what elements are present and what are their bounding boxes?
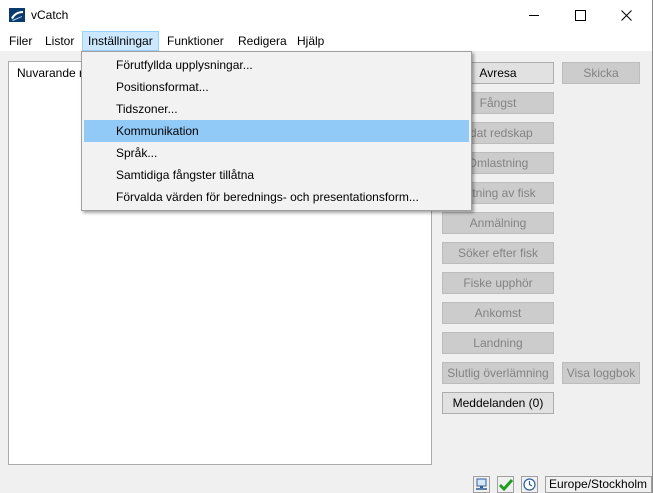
menu-listor[interactable]: Listor <box>40 31 79 51</box>
menu-redigera[interactable]: Redigera <box>233 31 292 51</box>
menu-item-forutfyllda-upplysningar[interactable]: Förutfyllda upplysningar... <box>84 54 469 76</box>
minimize-button[interactable] <box>511 0 557 31</box>
window-title: vCatch <box>31 8 69 22</box>
close-icon <box>620 10 632 21</box>
menu-item-sprak[interactable]: Språk... <box>84 142 469 164</box>
menu-item-samtidiga-fangster[interactable]: Samtidiga fångster tillåtna <box>84 164 469 186</box>
menu-bar: Filer Listor Inställningar Funktioner Re… <box>0 31 652 51</box>
fiske-upphor-button[interactable]: Fiske upphör <box>442 272 554 294</box>
menu-hjalp[interactable]: Hjälp <box>292 31 329 51</box>
network-icon <box>476 478 487 490</box>
report-text: Nuvarande r <box>17 66 84 80</box>
menu-item-forvalda-varden[interactable]: Förvalda värden för berednings- och pres… <box>84 186 469 208</box>
title-bar[interactable]: vCatch <box>0 0 652 31</box>
menu-item-positionsformat[interactable]: Positionsformat... <box>84 76 469 98</box>
menu-filer[interactable]: Filer <box>4 31 37 51</box>
app-logo-icon <box>9 8 25 22</box>
meddelanden-button[interactable]: Meddelanden (0) <box>442 392 554 414</box>
menu-item-tidszoner[interactable]: Tidszoner... <box>84 98 469 120</box>
menu-funktioner[interactable]: Funktioner <box>162 31 229 51</box>
soker-efter-fisk-button[interactable]: Söker efter fisk <box>442 242 554 264</box>
minimize-icon <box>528 15 539 16</box>
status-bar: Europe/Stockholm <box>0 474 652 493</box>
timezone-status[interactable] <box>521 476 538 493</box>
landning-button[interactable]: Landning <box>442 332 554 354</box>
app-window: vCatch Filer Listor Inställningar Funkti… <box>0 0 653 493</box>
slutlig-overlamning-button[interactable]: Slutlig överlämning <box>442 362 554 384</box>
maximize-button[interactable] <box>557 0 603 31</box>
close-button[interactable] <box>603 0 649 31</box>
maximize-icon <box>574 10 586 21</box>
skicka-button[interactable]: Skicka <box>562 62 640 84</box>
clock-icon <box>523 478 536 491</box>
ankomst-button[interactable]: Ankomst <box>442 302 554 324</box>
anmalning-button[interactable]: Anmälning <box>442 212 554 234</box>
installningar-dropdown: Förutfyllda upplysningar... Positionsfor… <box>81 51 472 211</box>
connection-ok-status[interactable] <box>497 476 514 493</box>
network-status[interactable] <box>473 476 490 493</box>
menu-item-kommunikation[interactable]: Kommunikation <box>84 120 469 142</box>
visa-loggbok-button[interactable]: Visa loggbok <box>562 362 640 384</box>
timezone-label: Europe/Stockholm <box>545 476 652 493</box>
checkmark-icon <box>498 479 513 491</box>
menu-installningar[interactable]: Inställningar <box>82 31 159 51</box>
